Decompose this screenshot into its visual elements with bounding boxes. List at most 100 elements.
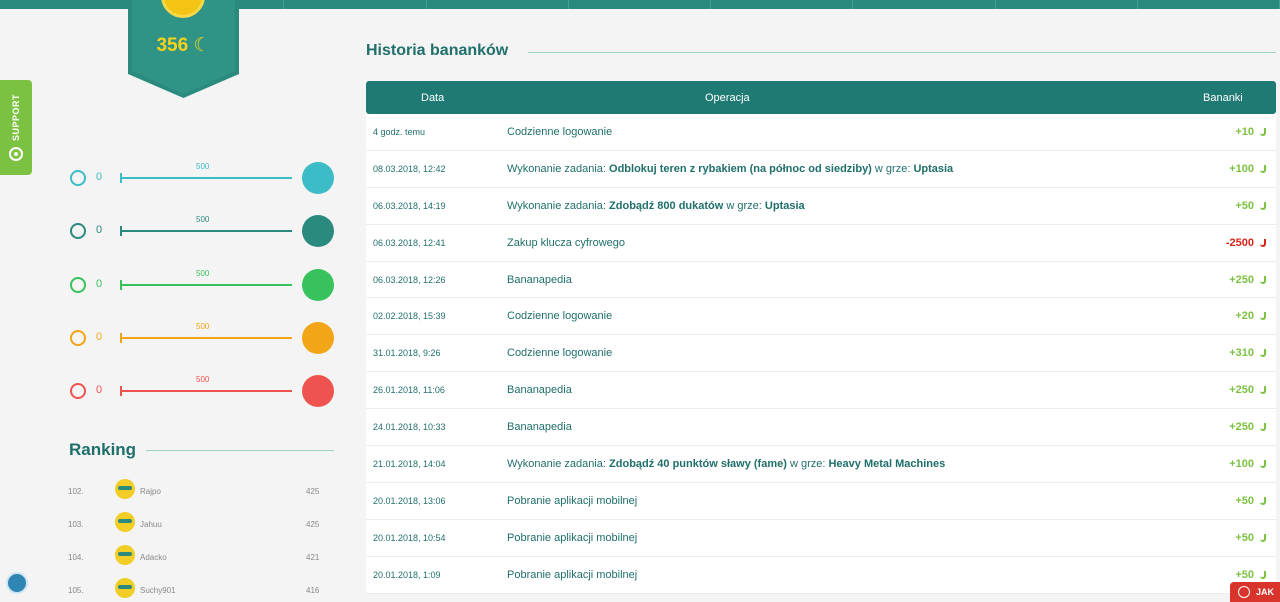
stat-row: 0 500 [66,373,336,409]
row-operation: Zakup klucza cyfrowego [507,236,625,249]
row-bananas-value: -2500 [1225,236,1254,249]
table-row: 06.03.2018, 14:19 Wykonanie zadania: Zdo… [366,188,1276,225]
ranking-position: 103. [68,520,84,529]
ranking-row[interactable]: 105. Suchy901 416 [66,576,336,602]
row-date: 06.03.2018, 12:26 [373,274,446,285]
ranking-row[interactable]: 102. Rajpo 425 [66,477,336,505]
face-icon [70,330,86,346]
top-nav-segment[interactable] [711,0,854,9]
banana-icon: ☾ [193,35,211,56]
ranking-position: 102. [68,487,84,496]
table-row: 06.03.2018, 12:41 Zakup klucza cyfrowego… [366,225,1276,262]
banana-icon [1260,275,1266,284]
ranking-row[interactable]: 104. Adacko 421 [66,543,336,571]
cow-icon [70,383,86,399]
banana-icon [1260,164,1266,173]
support-tab[interactable]: SUPPORT [0,80,32,175]
stat-max: 500 [196,215,210,224]
row-date: 24.01.2018, 10:33 [373,422,446,433]
row-date: 20.01.2018, 1:09 [373,569,441,580]
table-row: 31.01.2018, 9:26 Codzienne logowanie +31… [366,335,1276,373]
table-header: Data Operacja Bananki [366,81,1276,114]
stat-value: 0 [96,331,103,343]
stat-row: 0 500 [66,160,336,196]
top-nav-segment[interactable] [1138,0,1280,9]
row-bananas-value: +100 [1229,162,1254,175]
table-row: 02.02.2018, 15:39 Codzienne logowanie +2… [366,298,1276,336]
ranking-points: 421 [306,553,320,562]
row-operation: Pobranie aplikacji mobilnej [507,494,638,507]
face-icon-badge[interactable] [302,322,334,354]
stat-progress-track [120,386,292,396]
ranking-divider [146,450,334,451]
row-date: 08.03.2018, 12:42 [373,163,446,174]
top-nav-segment[interactable] [853,0,996,9]
row-date: 06.03.2018, 12:41 [373,237,446,248]
row-date: 31.01.2018, 9:26 [373,348,441,359]
person-icon-badge[interactable] [302,162,334,194]
row-date: 20.01.2018, 10:54 [373,532,446,543]
top-nav-segment[interactable] [569,0,712,9]
stat-value: 0 [96,171,103,183]
stat-max: 500 [196,322,210,331]
top-nav-segment[interactable] [427,0,569,9]
cross-icon [70,277,86,293]
stat-row: 0 500 [66,320,336,356]
row-operation: Wykonanie zadania: Odblokuj teren z ryba… [507,162,954,175]
table-row: 20.01.2018, 1:09 Pobranie aplikacji mobi… [366,557,1276,594]
banana-icon [1260,460,1266,469]
stat-row: 0 500 [66,267,336,303]
table-row: 26.01.2018, 11:06 Bananapedia +250 [366,372,1276,410]
row-bananas-value: +50 [1235,568,1254,581]
ranking-points: 425 [306,520,320,529]
row-operation: Codzienne logowanie [507,310,613,323]
points-value: 356 ☾ [156,35,211,56]
ranking-username: Suchy901 [140,586,176,595]
banana-icon [1260,386,1266,395]
table-row: 20.01.2018, 13:06 Pobranie aplikacji mob… [366,483,1276,520]
row-operation: Wykonanie zadania: Zdobądź 40 punktów sł… [507,458,946,471]
banana-icon [1260,496,1266,505]
avatar [115,479,135,499]
top-nav-segment[interactable] [284,0,427,9]
row-operation: Codzienne logowanie [507,347,613,360]
row-operation: Bananapedia [507,421,572,434]
col-bananas-header: Bananki [1203,92,1243,104]
tie-icon-badge[interactable] [302,215,334,247]
ranking-row[interactable]: 103. Jahuu 425 [66,510,336,538]
ranking-position: 104. [68,553,84,562]
row-operation: Codzienne logowanie [507,126,613,138]
at-icon [9,147,23,161]
stat-progress-track [120,173,292,183]
ranking-points: 425 [306,487,320,496]
chat-button[interactable] [6,572,28,594]
top-nav-segment[interactable] [996,0,1138,9]
cow-icon-badge[interactable] [302,375,334,407]
play-icon [1238,586,1250,598]
top-nav-segment[interactable] [0,0,143,9]
avatar [115,512,135,532]
banana-icon [1260,570,1266,579]
table-row: 20.01.2018, 10:54 Pobranie aplikacji mob… [366,520,1276,557]
banana-icon [1260,238,1266,247]
stat-max: 500 [196,269,210,278]
table-row: 06.03.2018, 12:26 Bananapedia +250 [366,262,1276,299]
video-help-label: JAK [1256,587,1275,597]
points-badge: 356 ☾ [128,0,239,98]
row-bananas-value: +100 [1229,458,1254,471]
stat-max: 500 [196,162,210,171]
row-bananas-value: +50 [1235,494,1254,507]
stat-progress-track [120,226,292,236]
row-date: 06.03.2018, 14:19 [373,200,446,211]
table-row: 21.01.2018, 14:04 Wykonanie zadania: Zdo… [366,446,1276,483]
row-bananas-value: +50 [1235,199,1254,212]
avatar [115,545,135,565]
video-help-button[interactable]: JAK [1230,582,1280,602]
table-row: 08.03.2018, 12:42 Wykonanie zadania: Odb… [366,151,1276,188]
col-operation-header: Operacja [705,92,750,104]
row-date: 02.02.2018, 15:39 [373,311,446,322]
ranking-points: 416 [306,586,320,595]
cross-icon-badge[interactable] [302,269,334,301]
stat-progress-track [120,280,292,290]
stat-progress-track [120,333,292,343]
